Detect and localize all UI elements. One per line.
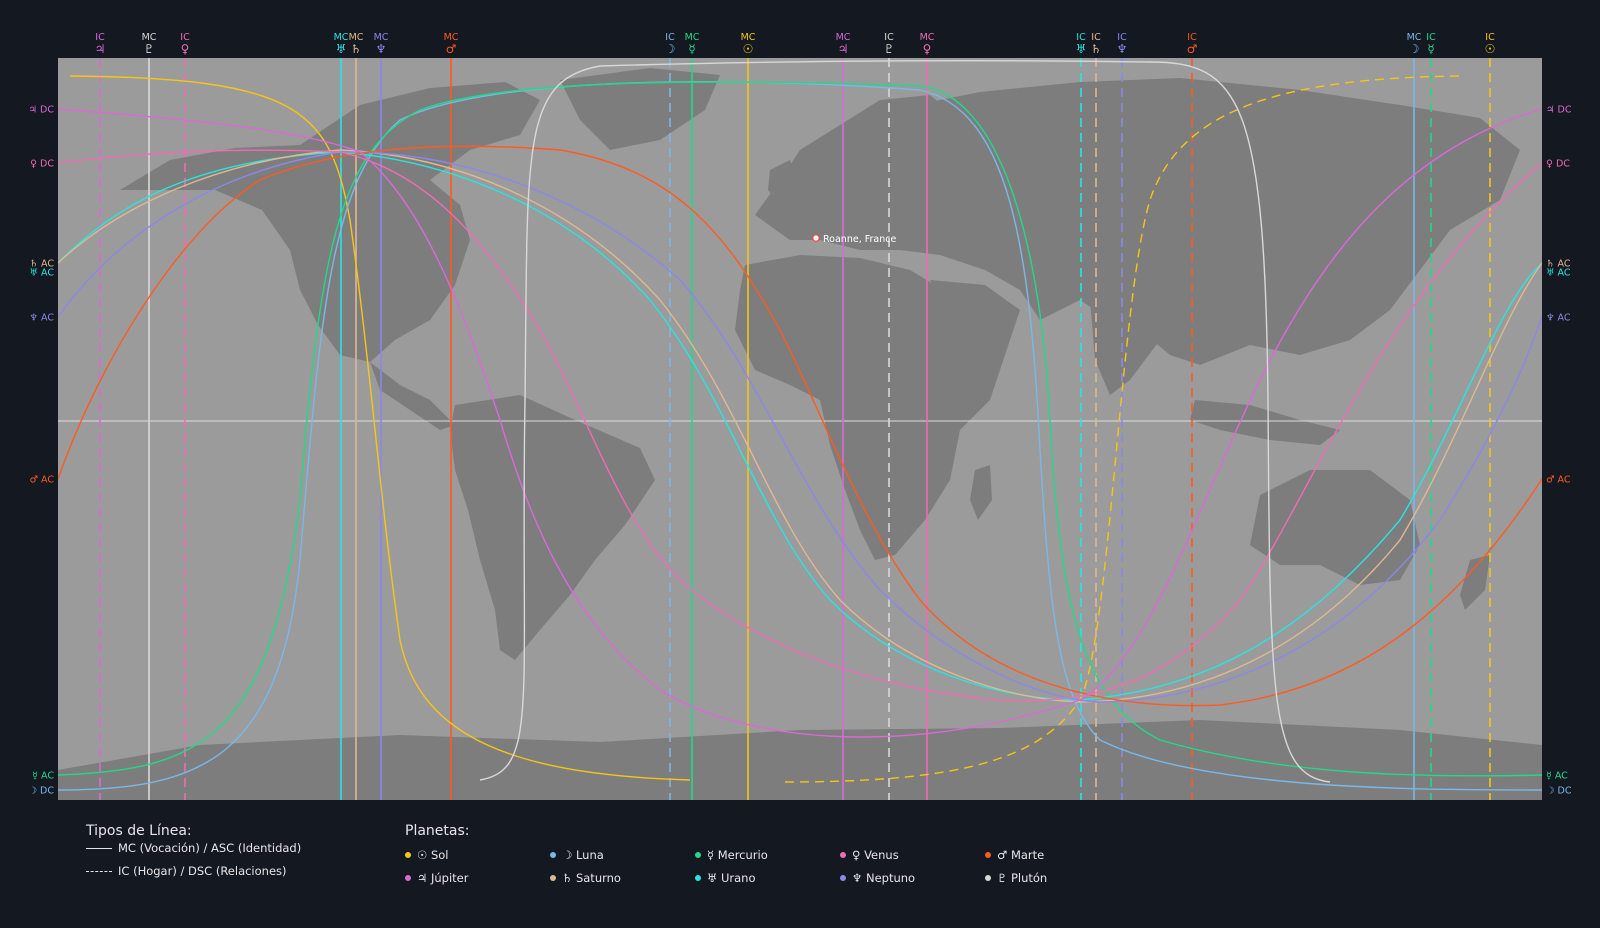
side-label-left-ac-neptuno: ♆ AC bbox=[29, 313, 54, 324]
legend-item-saturno: ♄ Saturno bbox=[550, 871, 621, 885]
legend-label-marte: ♂ Marte bbox=[997, 848, 1045, 862]
dashed-line-label: IC (Hogar) / DSC (Relaciones) bbox=[118, 864, 287, 878]
side-label-right-dc-venus: ♀ DC bbox=[1546, 159, 1570, 170]
top-glyph-urano: ♅ bbox=[336, 42, 347, 56]
legend-label-sol: ☉ Sol bbox=[417, 848, 449, 862]
legend-dot-jupiter bbox=[405, 875, 411, 881]
top-glyph-venus: ♀ bbox=[923, 42, 932, 56]
solid-line-label: MC (Vocación) / ASC (Identidad) bbox=[118, 841, 302, 855]
legend-label-mercurio: ☿ Mercurio bbox=[707, 848, 768, 862]
legend-label-urano: ♅ Urano bbox=[707, 871, 756, 885]
side-label-right-ac-urano: ♅ AC bbox=[1546, 268, 1571, 279]
top-glyph-neptuno: ♆ bbox=[1117, 42, 1128, 56]
top-glyph-urano: ♅ bbox=[1076, 42, 1087, 56]
line-types-title: Tipos de Línea: bbox=[86, 823, 192, 839]
side-label-right-dc-luna: ☽ DC bbox=[1546, 786, 1572, 797]
legend-item-marte: ♂ Marte bbox=[985, 848, 1044, 862]
planets-title: Planetas: bbox=[405, 823, 470, 839]
legend-item-pluton: ♇ Plutón bbox=[985, 871, 1047, 885]
side-label-right-ac-neptuno: ♆ AC bbox=[1546, 313, 1571, 324]
side-label-right-ac-mercurio: ☿ AC bbox=[1546, 771, 1568, 782]
legend-label-venus: ♀ Venus bbox=[852, 848, 899, 862]
solid-line-swatch bbox=[86, 847, 112, 849]
side-label-right-ac-marte: ♂ AC bbox=[1546, 475, 1571, 486]
side-label-left-ac-mercurio: ☿ AC bbox=[32, 771, 54, 782]
legend-dot-venus bbox=[840, 852, 846, 858]
side-label-left-dc-luna: ☽ DC bbox=[29, 786, 55, 797]
legend-solid-line: MC (Vocación) / ASC (Identidad) bbox=[86, 841, 301, 855]
legend-dot-mercurio bbox=[695, 852, 701, 858]
location-marker[interactable]: Roanne, France bbox=[812, 234, 897, 245]
legend-dot-urano bbox=[695, 875, 701, 881]
side-label-left-ac-marte: ♂ AC bbox=[29, 475, 54, 486]
legend-item-neptuno: ♆ Neptuno bbox=[840, 871, 915, 885]
legend-dot-sol bbox=[405, 852, 411, 858]
top-glyph-sol: ☉ bbox=[1485, 42, 1496, 56]
side-label-left-dc-venus: ♀ DC bbox=[30, 159, 54, 170]
legend-label-neptuno: ♆ Neptuno bbox=[852, 871, 916, 885]
legend-item-mercurio: ☿ Mercurio bbox=[695, 848, 768, 862]
top-glyph-saturno: ♄ bbox=[1091, 42, 1102, 56]
legend-item-luna: ☽ Luna bbox=[550, 848, 604, 862]
top-glyph-jupiter: ♃ bbox=[95, 42, 106, 56]
top-glyph-pluton: ♇ bbox=[144, 42, 155, 56]
location-pin[interactable] bbox=[812, 234, 820, 242]
legend-item-sol: ☉ Sol bbox=[405, 848, 449, 862]
side-label-left-ac-urano: ♅ AC bbox=[29, 268, 54, 279]
legend-item-urano: ♅ Urano bbox=[695, 871, 755, 885]
legend-label-pluton: ♇ Plutón bbox=[997, 871, 1048, 885]
top-glyph-saturno: ♄ bbox=[351, 42, 362, 56]
legend-dashed-line: IC (Hogar) / DSC (Relaciones) bbox=[86, 864, 287, 878]
top-glyph-neptuno: ♆ bbox=[376, 42, 387, 56]
legend-dot-luna bbox=[550, 852, 556, 858]
top-glyph-marte: ♂ bbox=[1187, 42, 1198, 56]
location-label: Roanne, France bbox=[823, 234, 896, 245]
top-glyph-luna: ☽ bbox=[1409, 42, 1420, 56]
legend-dot-pluton bbox=[985, 875, 991, 881]
top-glyph-sol: ☉ bbox=[743, 42, 754, 56]
astrocartography-map: IC♃MC♇IC♀MC♅MC♄MC♆MC♂IC☽MC☿MC☉MC♃IC♇MC♀I… bbox=[29, 32, 1572, 800]
top-glyph-luna: ☽ bbox=[665, 42, 676, 56]
legend-dot-neptuno bbox=[840, 875, 846, 881]
legend-label-saturno: ♄ Saturno bbox=[562, 871, 621, 885]
side-label-left-dc-jupiter: ♃ DC bbox=[29, 105, 55, 116]
top-glyph-jupiter: ♃ bbox=[838, 42, 849, 56]
top-glyph-mercurio: ☿ bbox=[1427, 42, 1434, 56]
legend-item-jupiter: ♃ Júpiter bbox=[405, 871, 468, 885]
top-glyph-mercurio: ☿ bbox=[688, 42, 695, 56]
legend-label-jupiter: ♃ Júpiter bbox=[417, 871, 469, 885]
legend-label-luna: ☽ Luna bbox=[562, 848, 604, 862]
side-label-right-dc-jupiter: ♃ DC bbox=[1546, 105, 1572, 116]
legend-dot-marte bbox=[985, 852, 991, 858]
top-glyph-marte: ♂ bbox=[446, 42, 457, 56]
legend-dot-saturno bbox=[550, 875, 556, 881]
dashed-line-swatch bbox=[86, 870, 112, 872]
top-glyph-venus: ♀ bbox=[181, 42, 190, 56]
legend-item-venus: ♀ Venus bbox=[840, 848, 899, 862]
top-glyph-pluton: ♇ bbox=[884, 42, 895, 56]
